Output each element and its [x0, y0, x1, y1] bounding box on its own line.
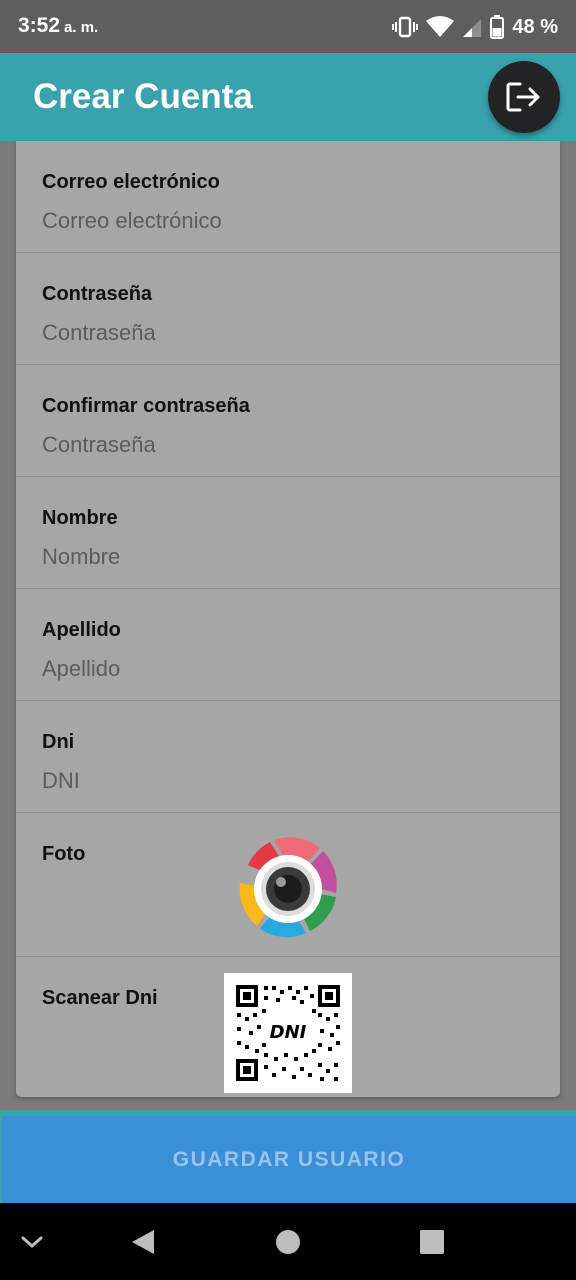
status-bar: 3:52 a. m. 48 % [0, 0, 576, 53]
photo-label: Foto [42, 843, 86, 865]
save-user-button[interactable]: GUARDAR USUARIO [2, 1116, 576, 1203]
last-name-label: Apellido [42, 619, 121, 641]
confirm-password-field[interactable] [42, 429, 532, 461]
password-label: Contraseña [42, 283, 153, 305]
vibrate-icon [392, 16, 419, 38]
last-name-field[interactable] [42, 653, 532, 685]
home-icon [276, 1230, 300, 1254]
password-row: Contraseña [16, 253, 560, 365]
scan-dni-row: Scanear Dni DNI [16, 957, 560, 1097]
confirm-password-row: Confirmar contraseña [16, 365, 560, 477]
email-row: Correo electrónico [16, 141, 560, 253]
scan-dni-label: Scanear Dni [42, 987, 158, 1009]
back-icon [132, 1230, 154, 1254]
first-name-row: Nombre [16, 477, 560, 589]
qr-code-icon: DNI [236, 985, 340, 1081]
dni-label: Dni [42, 731, 75, 753]
status-time-value: 3:52 [18, 14, 61, 37]
nav-home-button[interactable] [271, 1225, 305, 1259]
page-title: Crear Cuenta [33, 77, 253, 116]
chevron-down-icon [21, 1236, 43, 1248]
scan-dni-button[interactable]: DNI [224, 973, 352, 1093]
last-name-row: Apellido [16, 589, 560, 701]
create-account-form: Correo electrónico Contraseña Confirmar … [16, 141, 560, 1097]
logout-icon [506, 82, 540, 112]
status-icons: 48 % [392, 13, 558, 41]
camera-shutter-icon [239, 837, 337, 938]
qr-label: DNI [270, 1022, 307, 1043]
nav-collapse-button[interactable] [15, 1225, 49, 1259]
email-field[interactable] [42, 205, 532, 237]
dni-field[interactable] [42, 765, 532, 797]
confirm-password-label: Confirmar contraseña [42, 395, 250, 417]
take-photo-button[interactable] [230, 831, 346, 947]
logout-button[interactable] [488, 61, 560, 133]
email-label: Correo electrónico [42, 171, 220, 193]
nav-back-button[interactable] [126, 1225, 160, 1259]
navigation-bar [0, 1203, 576, 1280]
first-name-field[interactable] [42, 541, 532, 573]
photo-row: Foto [16, 813, 560, 957]
signal-icon [462, 16, 482, 38]
status-time: 3:52 a. m. [18, 14, 98, 38]
nav-recents-button[interactable] [415, 1225, 449, 1259]
battery-icon [490, 15, 505, 39]
wifi-icon [426, 16, 455, 38]
recents-icon [420, 1230, 444, 1254]
status-time-ampm: a. m. [64, 19, 99, 36]
password-field[interactable] [42, 317, 532, 349]
battery-percent: 48 % [512, 15, 558, 38]
first-name-label: Nombre [42, 507, 118, 529]
dni-row: Dni [16, 701, 560, 813]
